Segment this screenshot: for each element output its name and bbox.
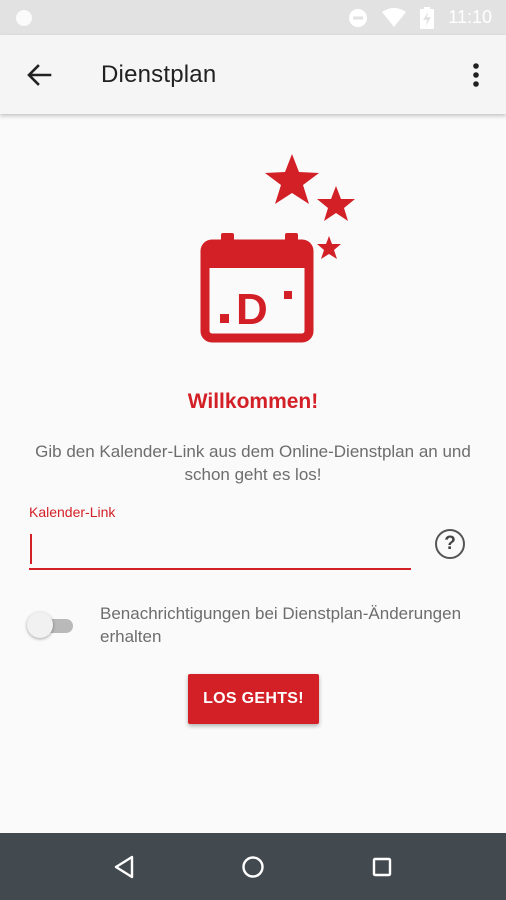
battery-charging-icon [420, 6, 435, 29]
screen: 11:10 Dienstplan D Willkommen! Gib den K… [0, 0, 506, 900]
notification-dot-icon [16, 9, 32, 26]
text-cursor [30, 534, 32, 564]
calendar-link-input[interactable] [29, 528, 411, 570]
welcome-description: Gib den Kalender-Link aus dem Online-Die… [35, 442, 471, 484]
status-bar: 11:10 [0, 0, 506, 35]
notifications-toggle-label: Benachrichtigungen bei Dienstplan-Änderu… [100, 604, 462, 646]
navigation-bar [0, 833, 506, 900]
nav-home-button[interactable] [228, 842, 278, 892]
back-triangle-icon [115, 855, 134, 878]
nav-back-button[interactable] [99, 842, 149, 892]
page-title: Dienstplan [101, 60, 217, 88]
do-not-disturb-icon [349, 8, 368, 27]
star-icon [317, 236, 341, 259]
arrow-back-icon [27, 63, 52, 86]
star-icon [317, 186, 355, 221]
status-time: 11:10 [448, 7, 492, 27]
app-logo: D [200, 154, 355, 343]
home-circle-icon [242, 855, 264, 878]
recents-square-icon [372, 857, 391, 876]
notifications-toggle[interactable] [27, 612, 75, 640]
status-icons: 11:10 [348, 6, 492, 29]
app-bar: Dienstplan [0, 35, 506, 114]
star-icon [265, 154, 319, 204]
back-button[interactable] [0, 35, 79, 114]
calendar-link-label: Kalender-Link [29, 504, 116, 520]
welcome-heading: Willkommen! [187, 390, 319, 413]
overflow-menu-button[interactable] [446, 35, 506, 114]
wifi-icon [382, 7, 407, 27]
help-icon: ? [444, 533, 456, 554]
toggle-thumb [27, 612, 53, 638]
nav-recents-button[interactable] [357, 842, 407, 892]
start-button[interactable]: LOS GEHTS! [188, 674, 319, 724]
help-button[interactable]: ? [435, 529, 465, 559]
calendar-letter: D [236, 285, 268, 334]
more-vert-icon [473, 62, 479, 87]
